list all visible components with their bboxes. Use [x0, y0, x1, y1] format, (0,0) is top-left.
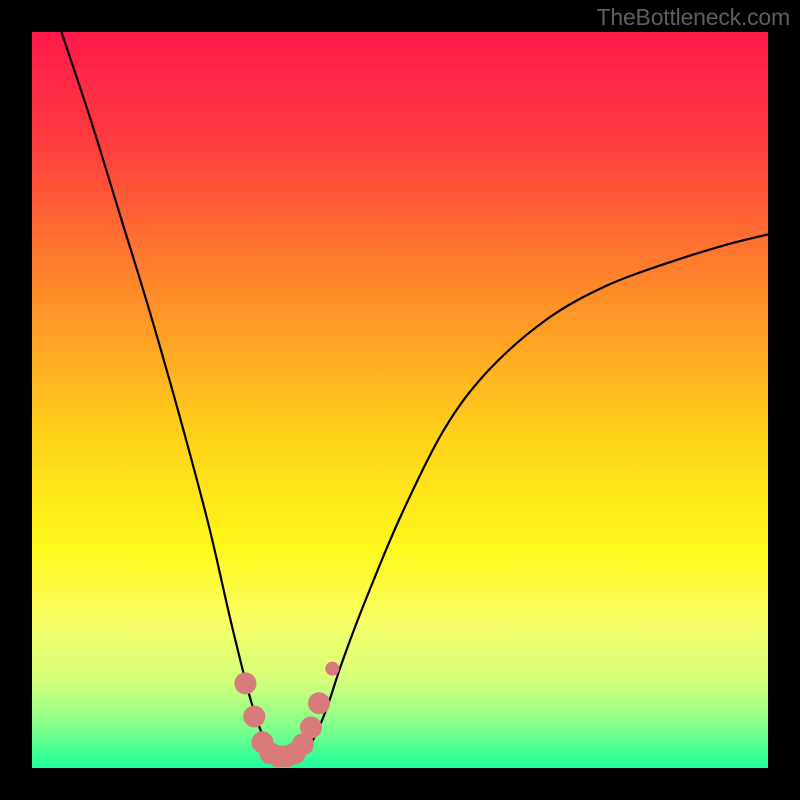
gradient-background	[32, 32, 768, 768]
plot-area	[32, 32, 768, 768]
optimal-point	[234, 672, 256, 694]
optimal-point	[300, 717, 322, 739]
watermark-text: TheBottleneck.com	[597, 4, 790, 31]
chart-frame: TheBottleneck.com	[0, 0, 800, 800]
optimal-point	[308, 692, 330, 714]
optimal-point	[325, 662, 339, 676]
optimal-point	[243, 705, 265, 727]
bottleneck-chart	[32, 32, 768, 768]
